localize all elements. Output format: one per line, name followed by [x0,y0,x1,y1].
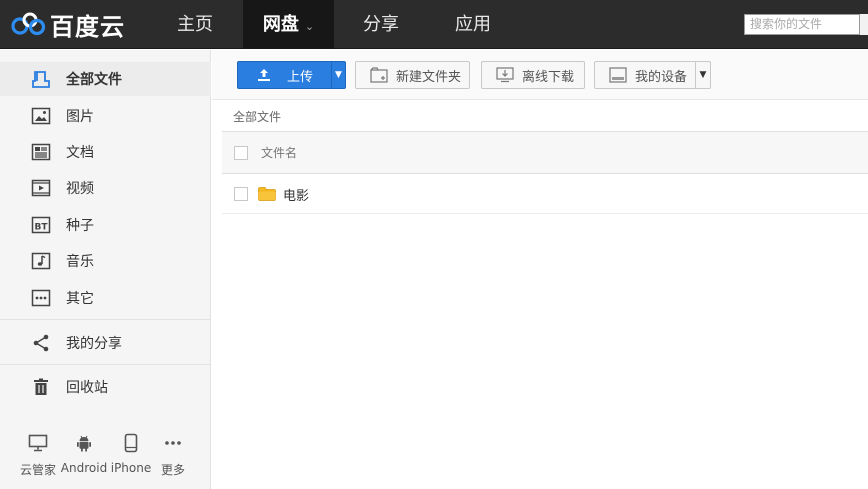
cloud-logo-icon [11,12,46,36]
caret-down-icon: ▼ [335,70,342,80]
sidebar-item-other[interactable]: 其它 [0,281,211,315]
device-android[interactable]: Android [59,433,109,475]
offline-download-label: 离线下载 [522,69,575,85]
logo-text: 百度云 [50,12,125,41]
sidebar-item-all-files[interactable]: 全部文件 [0,62,211,96]
folder-icon [258,187,276,201]
sidebar-item-label: 图片 [66,109,94,125]
select-all-checkbox[interactable] [234,145,248,160]
device-label: Android [60,461,108,475]
sidebar-divider [0,319,211,320]
all-files-icon [31,69,51,89]
nav-apps[interactable]: 应用 [438,0,508,49]
nav-share[interactable]: 分享 [346,0,416,49]
device-label: iPhone [110,461,152,475]
device-label: 云管家 [19,463,56,477]
upload-icon [258,69,270,81]
sidebar-item-label: 文档 [66,145,94,161]
sidebar-item-documents[interactable]: 文档 [0,135,211,169]
upload-label: 上传 [287,69,314,85]
video-icon [31,178,51,198]
device-icon [609,67,627,83]
file-name[interactable]: 电影 [283,185,309,204]
sidebar-divider [0,364,211,365]
sidebar-item-recycle-bin[interactable]: 回收站 [0,370,211,404]
top-nav-bar: 百度云 主页 网盘 ⌄ 分享 应用 搜索你的文件 [0,0,868,49]
desktop-icon [28,434,48,452]
new-folder-button[interactable]: 新建文件夹 [355,61,470,89]
phone-icon [124,433,138,453]
new-folder-icon [370,67,388,83]
more-icon [165,441,181,445]
sidebar-item-label: 其它 [66,291,94,307]
share-icon [31,333,51,353]
toolbar: 上传 ▼ 新建文件夹 离线下载 我的设备 ▼ [212,50,868,100]
upload-dropdown-button[interactable]: ▼ [331,62,345,88]
search-button[interactable] [860,14,868,35]
sidebar-item-label: 视频 [66,181,94,197]
device-cloud-manager[interactable]: 云管家 [13,433,63,478]
android-icon [77,435,91,452]
other-icon [31,288,51,308]
sidebar-item-music[interactable]: 音乐 [0,244,211,278]
sidebar-item-images[interactable]: 图片 [0,99,211,133]
sidebar: 全部文件 图片 文档 视频 BT 种子 音乐 其它 我的分享 回收站 云管家 A… [0,50,211,489]
document-icon [31,142,51,162]
upload-main[interactable]: 上传 [238,62,331,88]
column-header-filename[interactable]: 文件名 [261,144,297,161]
caret-down-icon[interactable]: ▼ [695,62,710,88]
table-row[interactable]: 电影 [222,175,868,214]
sidebar-item-torrents[interactable]: BT 种子 [0,208,211,242]
image-icon [31,106,51,126]
nav-home[interactable]: 主页 [160,0,230,49]
nav-netdisk[interactable]: 网盘 ⌄ [243,0,334,49]
chevron-down-icon: ⌄ [304,20,315,33]
row-checkbox[interactable] [234,187,248,201]
offline-download-button[interactable]: 离线下载 [481,61,585,89]
sidebar-item-label: 回收站 [66,380,108,396]
search-input[interactable]: 搜索你的文件 [744,14,860,35]
sidebar-item-label: 种子 [66,218,94,234]
upload-button[interactable]: 上传 ▼ [237,61,346,89]
bt-icon: BT [31,215,51,235]
sidebar-item-my-shares[interactable]: 我的分享 [0,326,211,360]
sidebar-item-label: 全部文件 [66,72,122,88]
sidebar-item-label: 我的分享 [66,336,122,352]
baidu-cloud-logo[interactable]: 百度云 [10,9,125,41]
nav-netdisk-label: 网盘 [262,14,299,35]
sidebar-item-videos[interactable]: 视频 [0,171,211,205]
device-more[interactable]: 更多 [148,433,198,478]
my-device-label: 我的设备 [635,69,688,85]
music-icon [31,251,51,271]
sidebar-item-label: 音乐 [66,254,94,270]
svg-text:BT: BT [35,223,49,233]
trash-icon [31,377,51,397]
device-label: 更多 [160,463,185,477]
breadcrumb[interactable]: 全部文件 [233,108,281,125]
my-device-button[interactable]: 我的设备 ▼ [594,61,711,89]
file-list-header: 文件名 [222,131,868,174]
offline-download-icon [496,67,514,83]
new-folder-label: 新建文件夹 [396,69,462,85]
